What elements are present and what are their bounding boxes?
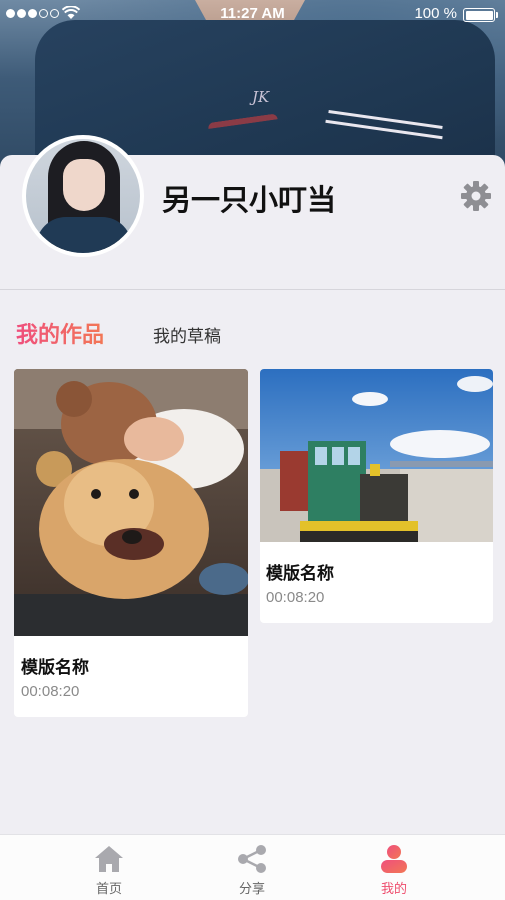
work-card[interactable]: 模版名称 00:08:20	[14, 369, 248, 717]
tabbar-item-mine[interactable]: 我的	[344, 835, 444, 900]
gear-icon[interactable]	[460, 180, 492, 212]
home-icon	[95, 846, 123, 872]
battery-percent: 100 %	[414, 5, 457, 22]
tabbar-label: 我的	[380, 882, 407, 897]
person-icon	[381, 845, 407, 873]
tab-my-works[interactable]: 我的作品	[16, 317, 104, 349]
work-duration: 00:08:20	[21, 683, 80, 700]
bottom-tab-bar: 首页 分享 我的	[0, 834, 505, 900]
work-card[interactable]: 模版名称 00:08:20	[260, 369, 493, 623]
girl-with-golden-retriever-photo	[14, 369, 248, 636]
battery-icon	[463, 8, 498, 22]
tabbar-item-home[interactable]: 首页	[59, 835, 159, 900]
work-title: 模版名称	[266, 564, 334, 584]
work-title: 模版名称	[21, 658, 89, 678]
divider	[0, 289, 505, 290]
profile-section: 另一只小叮当	[0, 135, 505, 290]
avatar[interactable]	[22, 135, 144, 257]
work-duration: 00:08:20	[266, 589, 325, 606]
green-train-by-salt-lake-photo	[260, 369, 493, 542]
tabbar-label: 分享	[238, 882, 265, 897]
share-icon	[238, 845, 266, 873]
tabbar-item-share[interactable]: 分享	[202, 835, 302, 900]
tabbar-label: 首页	[95, 882, 122, 897]
tab-my-drafts[interactable]: 我的草稿	[153, 322, 221, 347]
username: 另一只小叮当	[162, 183, 337, 217]
status-bar: 11:27 AM 100 %	[0, 0, 505, 30]
